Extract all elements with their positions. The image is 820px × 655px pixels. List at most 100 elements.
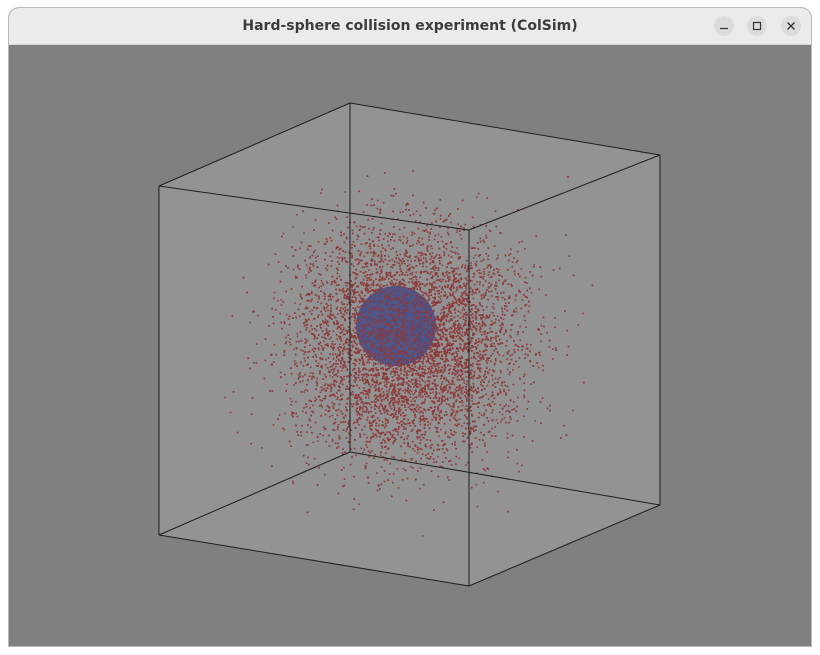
particle	[482, 331, 485, 334]
particle	[501, 413, 504, 416]
particle	[305, 276, 308, 279]
particle	[524, 353, 527, 355]
particle	[477, 344, 479, 347]
particle	[338, 343, 341, 346]
particle	[455, 277, 458, 280]
particle	[471, 400, 473, 402]
particle	[535, 235, 537, 238]
close-button[interactable]	[781, 16, 801, 36]
particle	[409, 424, 412, 427]
particle	[362, 278, 365, 281]
particle	[479, 276, 481, 278]
particle	[418, 281, 420, 283]
particle	[460, 388, 463, 390]
particle	[534, 420, 536, 422]
particle	[428, 298, 431, 301]
particle	[450, 464, 453, 466]
particle	[572, 409, 574, 412]
particle	[519, 325, 521, 328]
simulation-viewport[interactable]	[9, 45, 811, 646]
particle	[443, 275, 446, 277]
particle	[486, 332, 488, 335]
particle	[464, 433, 466, 435]
particle	[506, 351, 508, 354]
particle	[511, 353, 514, 356]
particle	[466, 259, 468, 262]
particle	[500, 420, 502, 423]
particle	[454, 419, 457, 421]
particle	[447, 286, 449, 288]
particle	[535, 354, 537, 356]
particle	[363, 411, 366, 413]
particle	[387, 410, 390, 412]
particle	[490, 338, 492, 340]
title-bar[interactable]: Hard-sphere collision experiment (ColSim…	[9, 8, 811, 45]
particle	[427, 395, 429, 398]
particle	[406, 237, 408, 240]
particle	[539, 354, 541, 356]
particle	[494, 435, 497, 437]
particle	[344, 191, 346, 193]
particle	[463, 345, 466, 347]
particle	[494, 386, 497, 388]
particle	[385, 291, 387, 294]
particle	[307, 245, 310, 247]
particle	[454, 312, 456, 314]
particle	[466, 282, 468, 285]
particle	[412, 244, 414, 247]
particle	[402, 211, 404, 213]
particle	[496, 315, 499, 317]
particle	[381, 421, 384, 423]
particle	[405, 249, 407, 252]
simulation-scene	[158, 102, 661, 587]
particle	[429, 406, 432, 409]
particle	[443, 423, 446, 425]
particle	[402, 467, 405, 470]
particle	[510, 358, 513, 361]
particle	[402, 257, 404, 260]
particle	[418, 285, 420, 287]
particle	[486, 289, 488, 291]
particle	[303, 232, 305, 234]
particle	[394, 438, 397, 441]
particle	[566, 354, 568, 356]
particle	[507, 389, 510, 391]
particle	[497, 422, 499, 425]
particle	[511, 409, 513, 411]
particle	[546, 407, 549, 410]
particle	[437, 327, 439, 329]
particle	[409, 256, 411, 259]
particle	[421, 402, 423, 405]
particle	[433, 416, 435, 419]
particle	[324, 397, 326, 400]
particle	[508, 302, 510, 304]
particle	[465, 464, 467, 466]
particle	[478, 314, 481, 316]
particle	[479, 254, 481, 256]
particle	[433, 339, 436, 341]
particle	[476, 391, 478, 393]
particle	[476, 352, 478, 354]
particle	[328, 299, 330, 301]
particle	[436, 290, 439, 292]
particle	[399, 236, 401, 238]
particle	[359, 409, 361, 411]
particle	[466, 418, 468, 420]
particle	[437, 422, 440, 425]
particle	[453, 276, 456, 279]
maximize-button[interactable]	[747, 16, 767, 36]
particle	[427, 385, 430, 387]
particle	[466, 394, 469, 396]
particle	[459, 311, 462, 314]
particle	[387, 240, 389, 242]
particle	[461, 292, 463, 294]
particle	[412, 213, 415, 216]
particle	[497, 296, 499, 298]
particle	[485, 291, 487, 294]
particle	[505, 302, 507, 305]
particle	[450, 336, 453, 339]
particle	[489, 330, 492, 333]
particle	[366, 279, 368, 282]
particle	[422, 265, 424, 268]
minimize-button[interactable]	[714, 16, 734, 36]
